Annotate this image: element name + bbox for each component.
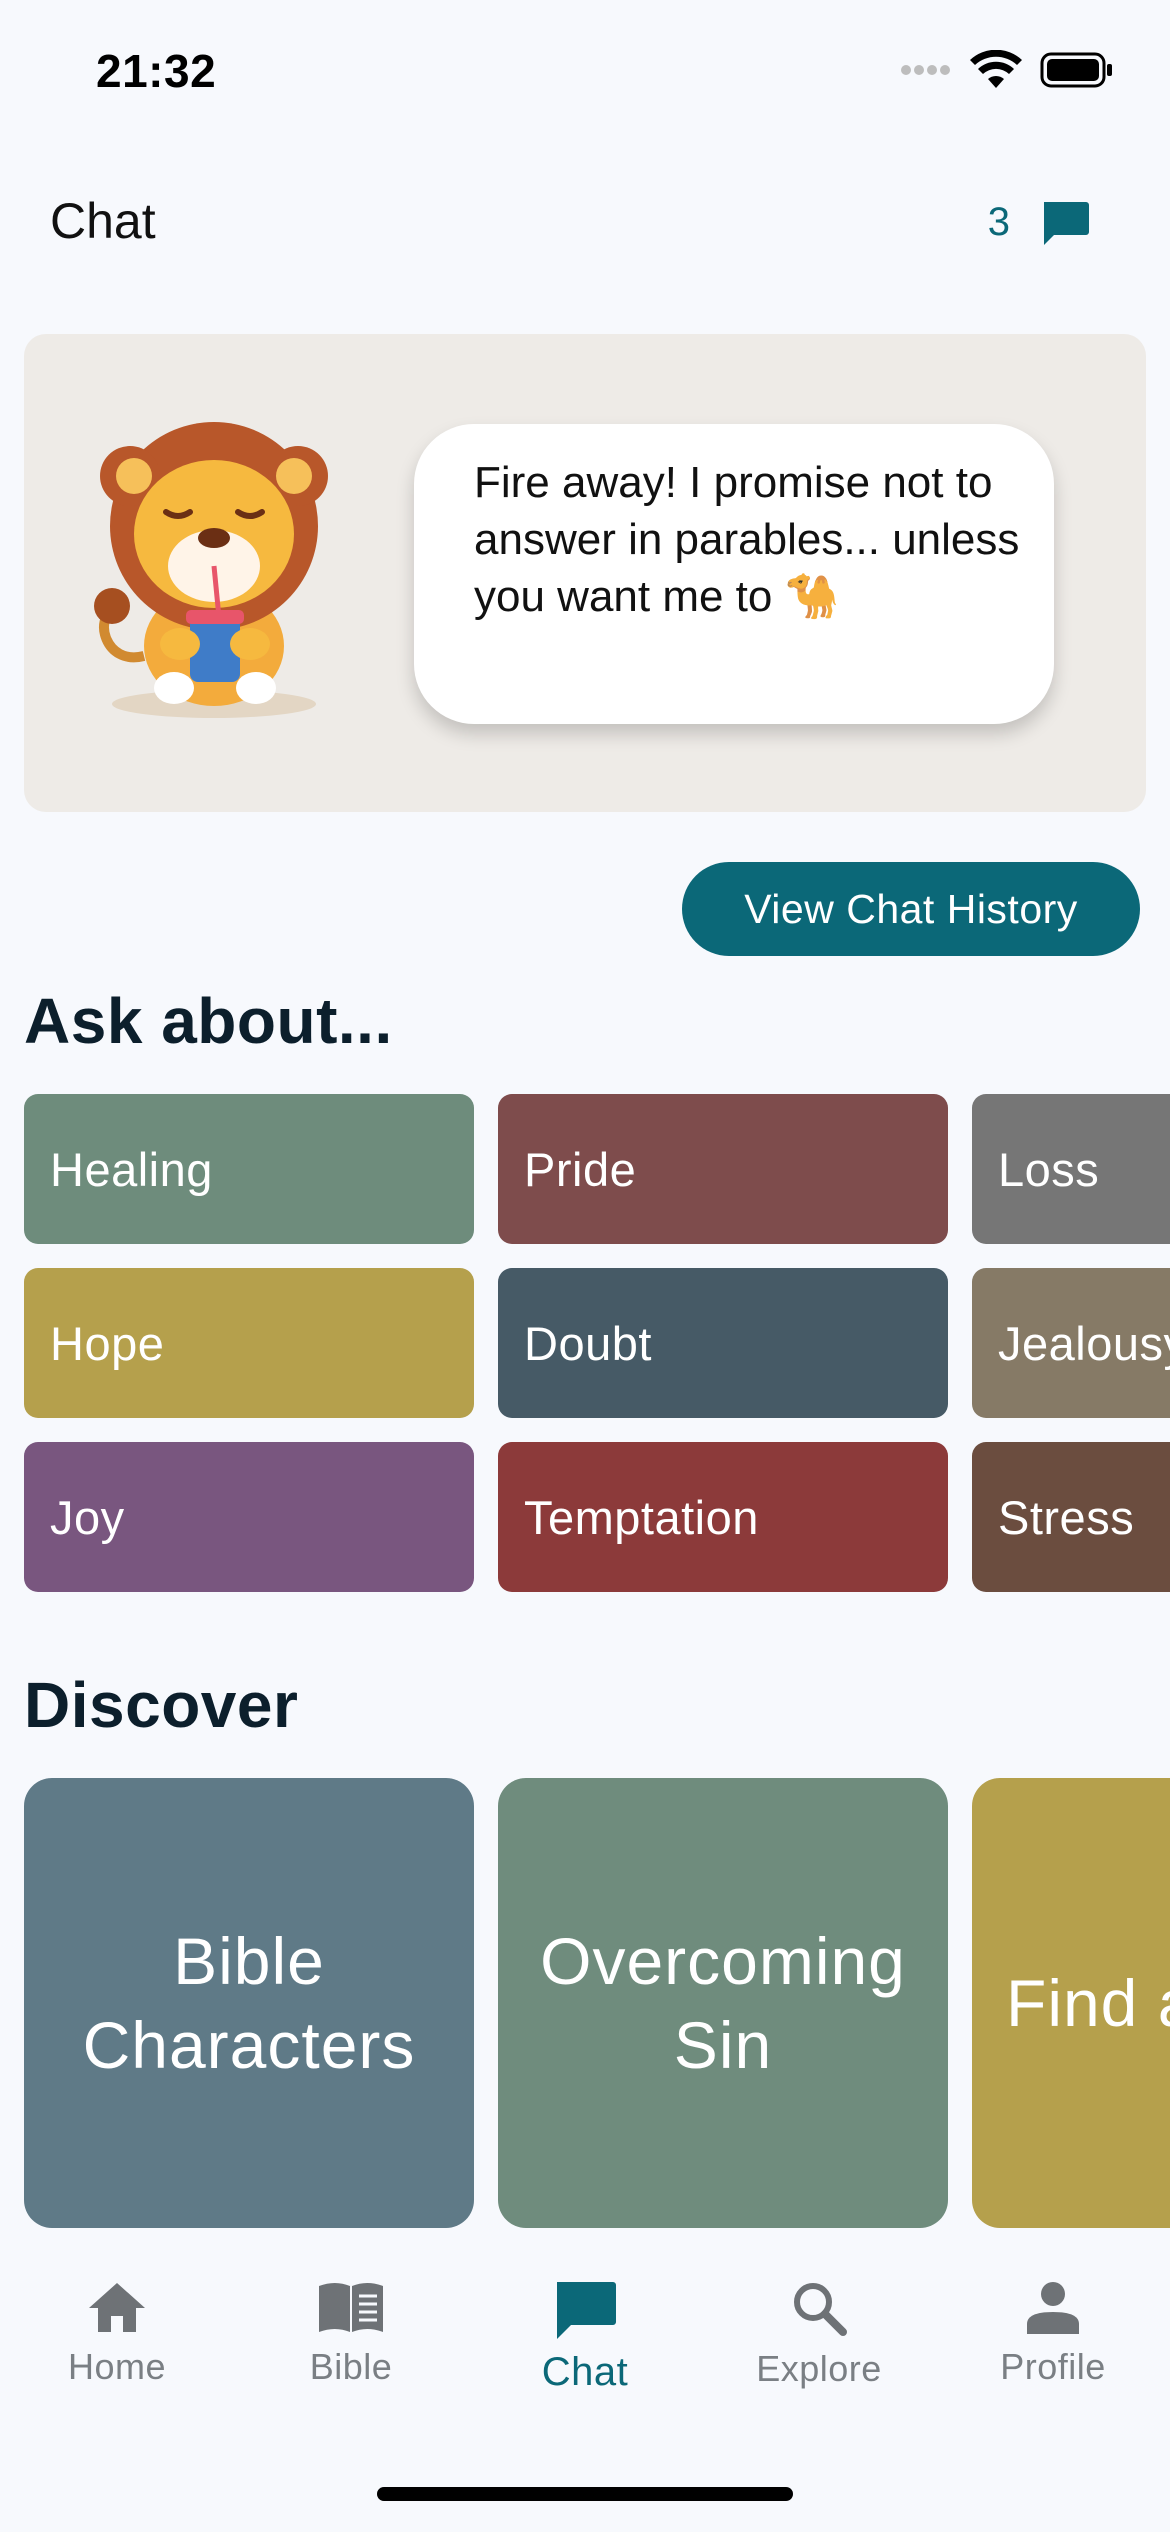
mascot-message: Fire away! I promise not to answer in pa…	[474, 458, 1020, 621]
topic-healing[interactable]: Healing	[24, 1094, 474, 1244]
topic-temptation[interactable]: Temptation	[498, 1442, 948, 1592]
tab-chat[interactable]: Chat	[468, 2250, 702, 2420]
wifi-icon	[970, 50, 1022, 88]
topic-label: Joy	[50, 1490, 125, 1544]
topic-loss[interactable]: Loss	[972, 1094, 1170, 1244]
status-time: 21:32	[96, 45, 217, 97]
home-icon	[89, 2283, 145, 2332]
discover-card-bible-characters[interactable]: Bible Characters	[24, 1778, 474, 2228]
tab-label: Home	[67, 2346, 167, 2387]
speech-bubble: Fire away! I promise not to answer in pa…	[414, 424, 1054, 724]
home-indicator	[377, 2487, 793, 2501]
topic-label: Loss	[998, 1142, 1100, 1196]
page-title: Chat	[50, 193, 156, 249]
card-label: Overcoming Sin	[540, 1924, 906, 2082]
topic-label: Hope	[50, 1316, 165, 1370]
tab-label: Bible	[309, 2346, 393, 2387]
topic-joy[interactable]: Joy	[24, 1442, 474, 1592]
tab-bible[interactable]: Bible	[234, 2250, 468, 2420]
status-bar: 21:32	[0, 0, 1170, 140]
discover-carousel: Bible Characters Overcoming Sin Find a	[0, 1778, 1170, 2228]
chat-count[interactable]: 3	[988, 200, 1010, 245]
topic-stress[interactable]: Stress	[972, 1442, 1170, 1592]
lion-mascot-illustration	[74, 416, 354, 731]
card-label: Bible Characters	[82, 1924, 416, 2082]
topic-jealousy[interactable]: Jealousy	[972, 1268, 1170, 1418]
header: Chat 3	[0, 180, 1170, 270]
tab-profile[interactable]: Profile	[936, 2250, 1170, 2420]
chat-icon[interactable]	[1040, 200, 1090, 253]
topic-hope[interactable]: Hope	[24, 1268, 474, 1418]
tab-bar: Home Bible Chat Explore Profile	[0, 2250, 1170, 2420]
view-chat-history-button[interactable]: View Chat History	[682, 862, 1140, 956]
topic-label: Healing	[50, 1142, 213, 1196]
discover-heading: Discover	[24, 1669, 299, 1741]
discover-card-find[interactable]: Find a	[972, 1778, 1170, 2228]
chat-icon	[557, 2282, 616, 2339]
status-icons	[900, 50, 1114, 90]
card-label: Find a	[1006, 1966, 1170, 2040]
topic-label: Doubt	[524, 1316, 652, 1370]
topic-label: Temptation	[524, 1490, 759, 1544]
book-icon	[319, 2283, 383, 2332]
tab-home[interactable]: Home	[0, 2250, 234, 2420]
tab-explore[interactable]: Explore	[702, 2250, 936, 2420]
tab-label: Profile	[1000, 2346, 1106, 2387]
ask-about-heading: Ask about...	[24, 985, 393, 1057]
mascot-banner: Fire away! I promise not to answer in pa…	[24, 334, 1146, 812]
battery-icon	[1040, 52, 1112, 88]
topic-label: Stress	[998, 1490, 1135, 1544]
cellular-signal-icon	[901, 65, 950, 75]
topic-doubt[interactable]: Doubt	[498, 1268, 948, 1418]
tab-label: Explore	[756, 2348, 882, 2389]
topic-label: Pride	[524, 1142, 637, 1196]
tab-label: Chat	[541, 2350, 629, 2394]
topic-grid: Healing Pride Loss Hope Doubt Jealousy J…	[0, 1094, 1170, 1594]
topic-label: Jealousy	[998, 1316, 1170, 1370]
topic-pride[interactable]: Pride	[498, 1094, 948, 1244]
search-icon	[794, 2283, 847, 2336]
person-icon	[1027, 2282, 1079, 2334]
discover-card-overcoming-sin[interactable]: Overcoming Sin	[498, 1778, 948, 2228]
